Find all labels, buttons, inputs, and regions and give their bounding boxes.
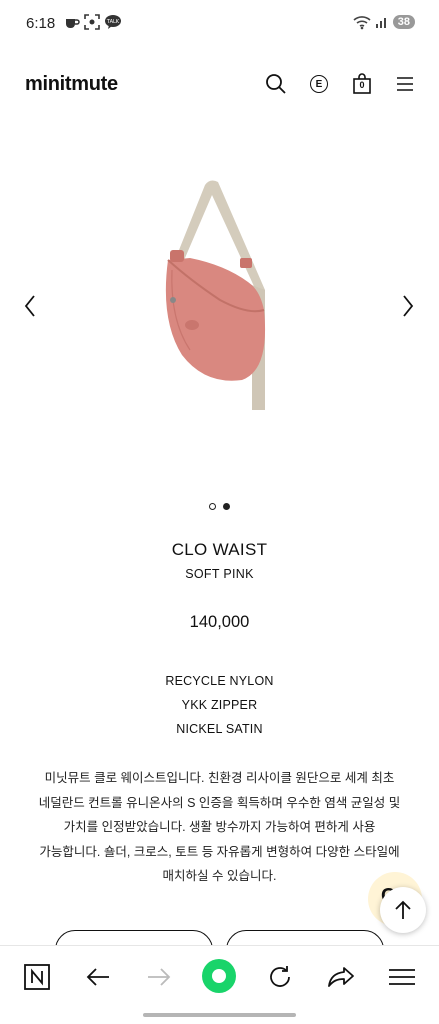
product-description: 미닛뮤트 클로 웨이스트입니다. 친환경 리사이클 원단으로 세계 최초 네덜란…: [38, 771, 401, 883]
scan-icon: [84, 14, 100, 30]
arrow-left-icon: [86, 968, 109, 986]
carousel-dot-2[interactable]: [223, 503, 230, 510]
home-indicator: [143, 1013, 296, 1017]
green-dot-button[interactable]: [201, 958, 237, 994]
svg-text:TALK: TALK: [106, 19, 120, 25]
signal-icon: [375, 18, 386, 28]
more-menu-button[interactable]: [387, 962, 417, 992]
hamburger-icon: [397, 77, 413, 91]
language-button[interactable]: E: [307, 72, 331, 96]
carousel-dot-1[interactable]: [209, 503, 216, 510]
menu-button[interactable]: [393, 72, 417, 96]
naver-icon: [24, 964, 50, 990]
forward-button[interactable]: [144, 962, 174, 992]
scroll-top-button[interactable]: [380, 887, 426, 933]
refresh-button[interactable]: [265, 962, 295, 992]
product-spec: NICKEL SATIN: [176, 722, 263, 736]
carousel-next-button[interactable]: [398, 292, 418, 320]
system-icons: 38: [353, 14, 415, 30]
browser-toolbar: [0, 945, 439, 1009]
product-spec: RECYCLE NYLON: [165, 674, 274, 688]
product-name: CLO WAIST: [171, 540, 268, 559]
chevron-right-icon: [403, 295, 414, 317]
share-button[interactable]: [326, 962, 356, 992]
green-dot-icon: [202, 959, 236, 993]
cart-count: 0: [359, 80, 365, 90]
status-bar: 6:18 TALK 38: [0, 0, 439, 46]
site-logo[interactable]: minitmute: [25, 73, 118, 96]
wifi-icon: [353, 16, 371, 30]
naver-home-button[interactable]: [22, 962, 52, 992]
arrow-up-icon: [395, 900, 411, 919]
carousel-prev-button[interactable]: [20, 292, 40, 320]
battery-icon: 38: [392, 15, 415, 29]
notification-icons: TALK: [64, 14, 122, 30]
site-header: minitmute E 0: [0, 60, 439, 110]
share-icon: [328, 967, 354, 987]
carousel-indicator: [0, 503, 439, 510]
status-time: 6:18: [26, 15, 56, 32]
search-icon[interactable]: [264, 72, 288, 96]
product-color: SOFT PINK: [185, 567, 254, 581]
arrow-right-icon: [148, 968, 171, 986]
coffee-icon: [66, 19, 80, 28]
language-icon: E: [310, 75, 328, 93]
product-price: 140,000: [189, 613, 250, 631]
chevron-left-icon: [24, 295, 35, 317]
hamburger-icon: [389, 969, 415, 985]
back-button[interactable]: [83, 962, 113, 992]
talk-icon: TALK: [105, 15, 121, 29]
cart-button[interactable]: 0: [350, 72, 374, 96]
product-spec: YKK ZIPPER: [181, 698, 258, 712]
product-image: [165, 180, 266, 410]
refresh-icon: [270, 966, 290, 987]
